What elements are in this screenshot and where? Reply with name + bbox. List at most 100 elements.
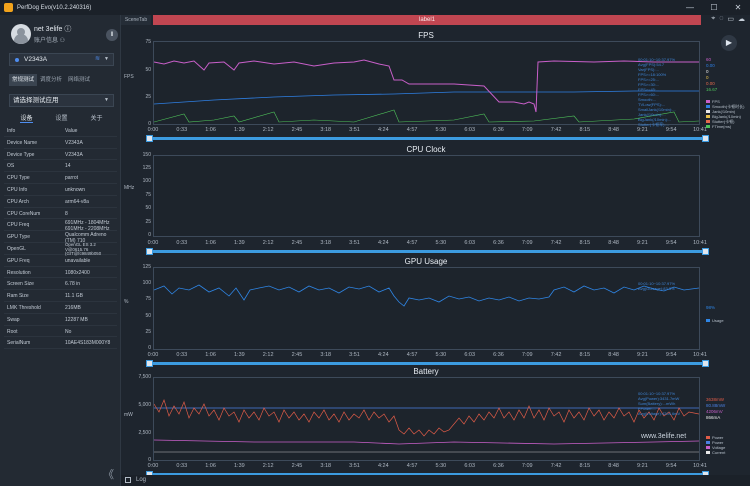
table-row: CPU Info unknown bbox=[4, 184, 117, 196]
y-tick: 75 bbox=[145, 192, 151, 198]
legend-swatch bbox=[706, 446, 710, 449]
log-toggle-checkbox[interactable] bbox=[125, 477, 131, 483]
info-value: 1080x2400 bbox=[65, 269, 90, 276]
x-tick: 8:48 bbox=[608, 240, 619, 246]
app-selector[interactable]: 请选择测试应用 ▼ bbox=[9, 94, 114, 107]
table-row: CPU Freq 691MHz - 1804MHz 691MHz - 2208MH… bbox=[4, 219, 117, 232]
device-selector[interactable]: V2343A ≋ ▼ bbox=[9, 53, 114, 66]
slider-handle-start[interactable] bbox=[146, 248, 153, 255]
x-tick: 2:12 bbox=[262, 127, 274, 133]
chat-icon[interactable]: ◌ bbox=[719, 15, 723, 25]
window-title: PerfDog Evo(v10.2.240316) bbox=[17, 4, 92, 11]
x-tick: 7:42 bbox=[550, 352, 562, 358]
x-tick: 4:57 bbox=[406, 240, 418, 246]
device-name: V2343A bbox=[24, 56, 48, 63]
info-key: CPU Info bbox=[7, 186, 28, 193]
slider-handle-end[interactable] bbox=[702, 135, 709, 142]
main-area: SceneTab label1 ⌖ ◌ ▭ ☁ ▶ FPS FPS 75 50 … bbox=[121, 15, 750, 486]
info-value: 216MB bbox=[65, 304, 81, 311]
x-tick: 0:33 bbox=[176, 352, 188, 358]
slider-handle-start[interactable] bbox=[146, 360, 153, 367]
y-tick: 0 bbox=[148, 232, 151, 238]
x-tick: 7:42 bbox=[550, 127, 562, 133]
battery-plot-area[interactable] bbox=[153, 377, 700, 461]
info-value: unavailable bbox=[65, 257, 91, 264]
info-key: OS bbox=[7, 163, 15, 170]
x-tick: 7:09 bbox=[521, 127, 533, 133]
wifi-icon: ≋ bbox=[94, 56, 100, 62]
account-info-link[interactable]: 账户信息 ⚇ bbox=[34, 35, 65, 44]
x-tick: 9:54 bbox=[665, 463, 677, 469]
y-tick: 7,500 bbox=[138, 374, 151, 380]
x-tick: 1:39 bbox=[234, 352, 245, 358]
info-key: CPU Type bbox=[7, 175, 30, 182]
gpu-plot-area[interactable] bbox=[153, 267, 700, 350]
slider-handle-end[interactable] bbox=[702, 248, 709, 255]
user-name: net 3elife ⓘ bbox=[34, 26, 72, 33]
info-key: Root bbox=[7, 328, 18, 335]
tab-normal-test[interactable]: 常规测试 bbox=[9, 74, 38, 86]
x-tick: 4:57 bbox=[406, 463, 418, 469]
table-row: LMK Threshold 216MB bbox=[4, 302, 117, 314]
current-value: 16.67 bbox=[706, 87, 718, 92]
time-range-slider[interactable] bbox=[146, 248, 709, 255]
watermark: www.3elife.net bbox=[641, 433, 687, 440]
pause-icon[interactable]: Ⅱ bbox=[106, 29, 118, 41]
x-axis: 0:00 0:33 1:06 1:39 2:12 2:45 3:18 3:51 4:24 4:57… bbox=[148, 463, 707, 471]
maximize-button[interactable]: ☐ bbox=[702, 3, 726, 12]
info-key: OpenGL bbox=[7, 245, 26, 252]
tab-schedule-analysis[interactable]: 调度分析 bbox=[37, 74, 65, 86]
x-tick: 1:39 bbox=[234, 240, 245, 246]
battery-current-values: 3638mW 80.88mW 4206mV 866mA bbox=[706, 397, 725, 421]
cpu-plot-area[interactable] bbox=[153, 155, 700, 237]
tab-device[interactable]: 设备 bbox=[20, 113, 33, 123]
y-tick: 50 bbox=[145, 67, 151, 73]
info-key: SerialNum bbox=[7, 340, 31, 347]
table-row: Root No bbox=[4, 326, 117, 338]
log-label[interactable]: Log bbox=[136, 477, 146, 483]
info-value: 6.78 in bbox=[65, 281, 81, 288]
location-icon[interactable]: ⌖ bbox=[711, 15, 715, 25]
gpu-stats: 00:01:10~10:37.97% Avg(GUsage):83.3% bbox=[638, 281, 675, 291]
x-tick: 4:24 bbox=[377, 463, 389, 469]
x-tick: 8:15 bbox=[579, 463, 591, 469]
slider-handle-end[interactable] bbox=[702, 360, 709, 367]
slider-handle-start[interactable] bbox=[146, 135, 153, 142]
x-tick: 3:18 bbox=[320, 240, 332, 246]
x-tick: 8:15 bbox=[579, 127, 591, 133]
x-tick: 6:03 bbox=[464, 240, 476, 246]
close-button[interactable]: ✕ bbox=[726, 3, 750, 12]
minimize-button[interactable]: — bbox=[678, 3, 702, 12]
fps-chart: FPS FPS 75 50 25 0 00:01:10~10:37.97% Avg… bbox=[121, 29, 750, 142]
gpu-current-values: 98% bbox=[706, 305, 715, 311]
x-tick: 9:21 bbox=[637, 352, 648, 358]
avatar[interactable] bbox=[11, 24, 31, 44]
tab-settings[interactable]: 设置 bbox=[55, 113, 67, 123]
gpu-usage-chart: GPU Usage % 125 100 75 50 25 0 00:01:10~… bbox=[121, 257, 750, 370]
scene-tab[interactable]: SceneTab bbox=[121, 15, 151, 25]
time-range-slider[interactable] bbox=[146, 135, 709, 142]
x-tick: 3:18 bbox=[320, 463, 332, 469]
collapse-sidebar-icon[interactable]: 《 bbox=[103, 466, 114, 482]
fps-plot-area[interactable] bbox=[153, 41, 700, 125]
legend-entry[interactable]: FTime(ms) bbox=[706, 124, 744, 129]
x-tick: 7:42 bbox=[550, 463, 562, 469]
legend-entry[interactable]: Current bbox=[706, 450, 725, 455]
y-tick: 50 bbox=[145, 205, 151, 211]
table-row: Resolution 1080x2400 bbox=[4, 267, 117, 279]
label-bar[interactable]: label1 bbox=[153, 15, 701, 25]
y-tick: 25 bbox=[145, 219, 151, 225]
time-range-slider[interactable] bbox=[146, 360, 709, 367]
x-tick: 3:18 bbox=[320, 127, 332, 133]
x-tick: 0:33 bbox=[176, 127, 188, 133]
info-value: arm64-v8a bbox=[65, 198, 89, 205]
legend-entry[interactable]: Usage bbox=[706, 318, 724, 323]
tab-network-test[interactable]: 网络测试 bbox=[65, 74, 93, 86]
cloud-icon[interactable]: ☁ bbox=[738, 15, 745, 25]
x-tick: 0:00 bbox=[147, 127, 159, 133]
chart-title: CPU Clock bbox=[406, 145, 446, 154]
folder-icon[interactable]: ▭ bbox=[727, 15, 734, 25]
tab-about[interactable]: 关于 bbox=[90, 113, 102, 123]
x-tick: 2:12 bbox=[262, 352, 274, 358]
x-tick: 0:00 bbox=[147, 463, 159, 469]
